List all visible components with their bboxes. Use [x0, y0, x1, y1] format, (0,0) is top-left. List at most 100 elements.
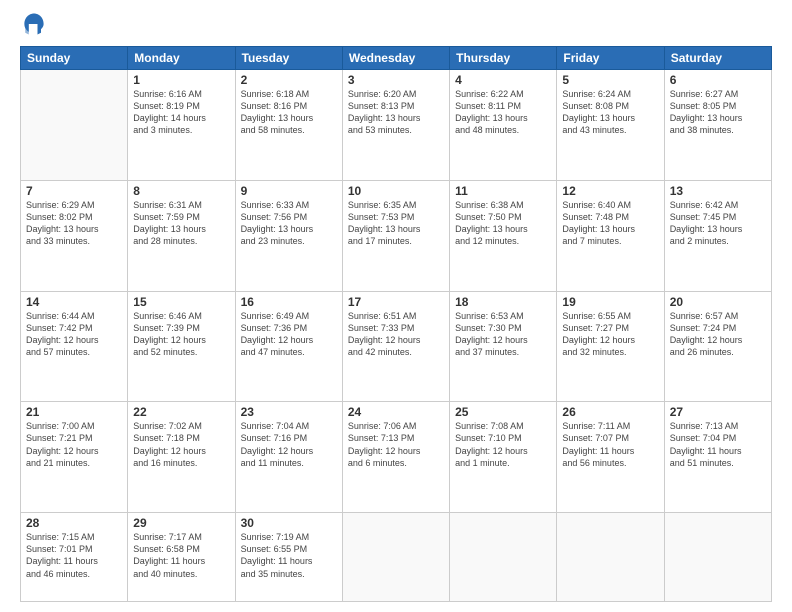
day-number: 5 [562, 73, 658, 87]
day-number: 12 [562, 184, 658, 198]
day-info: Sunrise: 6:22 AM Sunset: 8:11 PM Dayligh… [455, 88, 551, 137]
day-number: 16 [241, 295, 337, 309]
calendar-cell: 25Sunrise: 7:08 AM Sunset: 7:10 PM Dayli… [450, 402, 557, 513]
day-info: Sunrise: 7:00 AM Sunset: 7:21 PM Dayligh… [26, 420, 122, 469]
calendar-week-row: 7Sunrise: 6:29 AM Sunset: 8:02 PM Daylig… [21, 180, 772, 291]
calendar-week-row: 14Sunrise: 6:44 AM Sunset: 7:42 PM Dayli… [21, 291, 772, 402]
calendar-cell [342, 513, 449, 602]
header [20, 10, 772, 38]
calendar-day-header: Monday [128, 47, 235, 70]
day-info: Sunrise: 7:11 AM Sunset: 7:07 PM Dayligh… [562, 420, 658, 469]
calendar-cell: 24Sunrise: 7:06 AM Sunset: 7:13 PM Dayli… [342, 402, 449, 513]
day-info: Sunrise: 6:33 AM Sunset: 7:56 PM Dayligh… [241, 199, 337, 248]
calendar-cell: 8Sunrise: 6:31 AM Sunset: 7:59 PM Daylig… [128, 180, 235, 291]
day-info: Sunrise: 7:02 AM Sunset: 7:18 PM Dayligh… [133, 420, 229, 469]
calendar-day-header: Thursday [450, 47, 557, 70]
calendar-cell [664, 513, 771, 602]
calendar-cell [450, 513, 557, 602]
calendar-cell: 19Sunrise: 6:55 AM Sunset: 7:27 PM Dayli… [557, 291, 664, 402]
day-info: Sunrise: 6:46 AM Sunset: 7:39 PM Dayligh… [133, 310, 229, 359]
calendar-week-row: 28Sunrise: 7:15 AM Sunset: 7:01 PM Dayli… [21, 513, 772, 602]
calendar-cell: 23Sunrise: 7:04 AM Sunset: 7:16 PM Dayli… [235, 402, 342, 513]
day-number: 1 [133, 73, 229, 87]
day-info: Sunrise: 6:53 AM Sunset: 7:30 PM Dayligh… [455, 310, 551, 359]
day-number: 19 [562, 295, 658, 309]
calendar-cell: 26Sunrise: 7:11 AM Sunset: 7:07 PM Dayli… [557, 402, 664, 513]
calendar-cell: 18Sunrise: 6:53 AM Sunset: 7:30 PM Dayli… [450, 291, 557, 402]
calendar-week-row: 21Sunrise: 7:00 AM Sunset: 7:21 PM Dayli… [21, 402, 772, 513]
calendar-cell: 15Sunrise: 6:46 AM Sunset: 7:39 PM Dayli… [128, 291, 235, 402]
calendar-cell: 10Sunrise: 6:35 AM Sunset: 7:53 PM Dayli… [342, 180, 449, 291]
day-number: 13 [670, 184, 766, 198]
day-number: 21 [26, 405, 122, 419]
day-info: Sunrise: 6:38 AM Sunset: 7:50 PM Dayligh… [455, 199, 551, 248]
day-number: 11 [455, 184, 551, 198]
day-info: Sunrise: 6:51 AM Sunset: 7:33 PM Dayligh… [348, 310, 444, 359]
calendar-day-header: Saturday [664, 47, 771, 70]
calendar-cell: 21Sunrise: 7:00 AM Sunset: 7:21 PM Dayli… [21, 402, 128, 513]
day-info: Sunrise: 6:29 AM Sunset: 8:02 PM Dayligh… [26, 199, 122, 248]
calendar-cell: 16Sunrise: 6:49 AM Sunset: 7:36 PM Dayli… [235, 291, 342, 402]
calendar-cell: 12Sunrise: 6:40 AM Sunset: 7:48 PM Dayli… [557, 180, 664, 291]
day-info: Sunrise: 6:40 AM Sunset: 7:48 PM Dayligh… [562, 199, 658, 248]
logo [20, 10, 52, 38]
day-info: Sunrise: 6:35 AM Sunset: 7:53 PM Dayligh… [348, 199, 444, 248]
day-number: 25 [455, 405, 551, 419]
logo-icon [20, 10, 48, 38]
calendar-day-header: Tuesday [235, 47, 342, 70]
calendar-cell: 13Sunrise: 6:42 AM Sunset: 7:45 PM Dayli… [664, 180, 771, 291]
day-number: 2 [241, 73, 337, 87]
day-number: 4 [455, 73, 551, 87]
day-info: Sunrise: 6:24 AM Sunset: 8:08 PM Dayligh… [562, 88, 658, 137]
calendar-header-row: SundayMondayTuesdayWednesdayThursdayFrid… [21, 47, 772, 70]
calendar-week-row: 1Sunrise: 6:16 AM Sunset: 8:19 PM Daylig… [21, 70, 772, 181]
calendar-cell: 5Sunrise: 6:24 AM Sunset: 8:08 PM Daylig… [557, 70, 664, 181]
day-info: Sunrise: 7:04 AM Sunset: 7:16 PM Dayligh… [241, 420, 337, 469]
day-number: 29 [133, 516, 229, 530]
day-number: 8 [133, 184, 229, 198]
calendar-cell: 14Sunrise: 6:44 AM Sunset: 7:42 PM Dayli… [21, 291, 128, 402]
calendar-cell: 4Sunrise: 6:22 AM Sunset: 8:11 PM Daylig… [450, 70, 557, 181]
calendar-cell: 27Sunrise: 7:13 AM Sunset: 7:04 PM Dayli… [664, 402, 771, 513]
day-info: Sunrise: 7:13 AM Sunset: 7:04 PM Dayligh… [670, 420, 766, 469]
calendar-cell: 22Sunrise: 7:02 AM Sunset: 7:18 PM Dayli… [128, 402, 235, 513]
day-number: 17 [348, 295, 444, 309]
day-info: Sunrise: 7:15 AM Sunset: 7:01 PM Dayligh… [26, 531, 122, 580]
day-number: 28 [26, 516, 122, 530]
day-info: Sunrise: 7:19 AM Sunset: 6:55 PM Dayligh… [241, 531, 337, 580]
day-info: Sunrise: 6:16 AM Sunset: 8:19 PM Dayligh… [133, 88, 229, 137]
day-info: Sunrise: 6:27 AM Sunset: 8:05 PM Dayligh… [670, 88, 766, 137]
day-info: Sunrise: 7:06 AM Sunset: 7:13 PM Dayligh… [348, 420, 444, 469]
day-number: 9 [241, 184, 337, 198]
day-info: Sunrise: 6:44 AM Sunset: 7:42 PM Dayligh… [26, 310, 122, 359]
calendar-cell [557, 513, 664, 602]
calendar-cell [21, 70, 128, 181]
day-number: 23 [241, 405, 337, 419]
calendar-day-header: Friday [557, 47, 664, 70]
day-number: 18 [455, 295, 551, 309]
calendar-cell: 30Sunrise: 7:19 AM Sunset: 6:55 PM Dayli… [235, 513, 342, 602]
day-number: 10 [348, 184, 444, 198]
day-number: 24 [348, 405, 444, 419]
calendar-cell: 1Sunrise: 6:16 AM Sunset: 8:19 PM Daylig… [128, 70, 235, 181]
calendar-cell: 17Sunrise: 6:51 AM Sunset: 7:33 PM Dayli… [342, 291, 449, 402]
day-info: Sunrise: 6:31 AM Sunset: 7:59 PM Dayligh… [133, 199, 229, 248]
day-number: 14 [26, 295, 122, 309]
day-info: Sunrise: 6:42 AM Sunset: 7:45 PM Dayligh… [670, 199, 766, 248]
calendar-table: SundayMondayTuesdayWednesdayThursdayFrid… [20, 46, 772, 602]
calendar-cell: 3Sunrise: 6:20 AM Sunset: 8:13 PM Daylig… [342, 70, 449, 181]
calendar-cell: 11Sunrise: 6:38 AM Sunset: 7:50 PM Dayli… [450, 180, 557, 291]
calendar-cell: 9Sunrise: 6:33 AM Sunset: 7:56 PM Daylig… [235, 180, 342, 291]
calendar-day-header: Wednesday [342, 47, 449, 70]
calendar-cell: 29Sunrise: 7:17 AM Sunset: 6:58 PM Dayli… [128, 513, 235, 602]
day-number: 6 [670, 73, 766, 87]
day-info: Sunrise: 7:08 AM Sunset: 7:10 PM Dayligh… [455, 420, 551, 469]
calendar-cell: 6Sunrise: 6:27 AM Sunset: 8:05 PM Daylig… [664, 70, 771, 181]
day-number: 7 [26, 184, 122, 198]
calendar-cell: 2Sunrise: 6:18 AM Sunset: 8:16 PM Daylig… [235, 70, 342, 181]
day-number: 15 [133, 295, 229, 309]
day-info: Sunrise: 6:49 AM Sunset: 7:36 PM Dayligh… [241, 310, 337, 359]
day-info: Sunrise: 6:57 AM Sunset: 7:24 PM Dayligh… [670, 310, 766, 359]
day-number: 3 [348, 73, 444, 87]
day-info: Sunrise: 6:18 AM Sunset: 8:16 PM Dayligh… [241, 88, 337, 137]
